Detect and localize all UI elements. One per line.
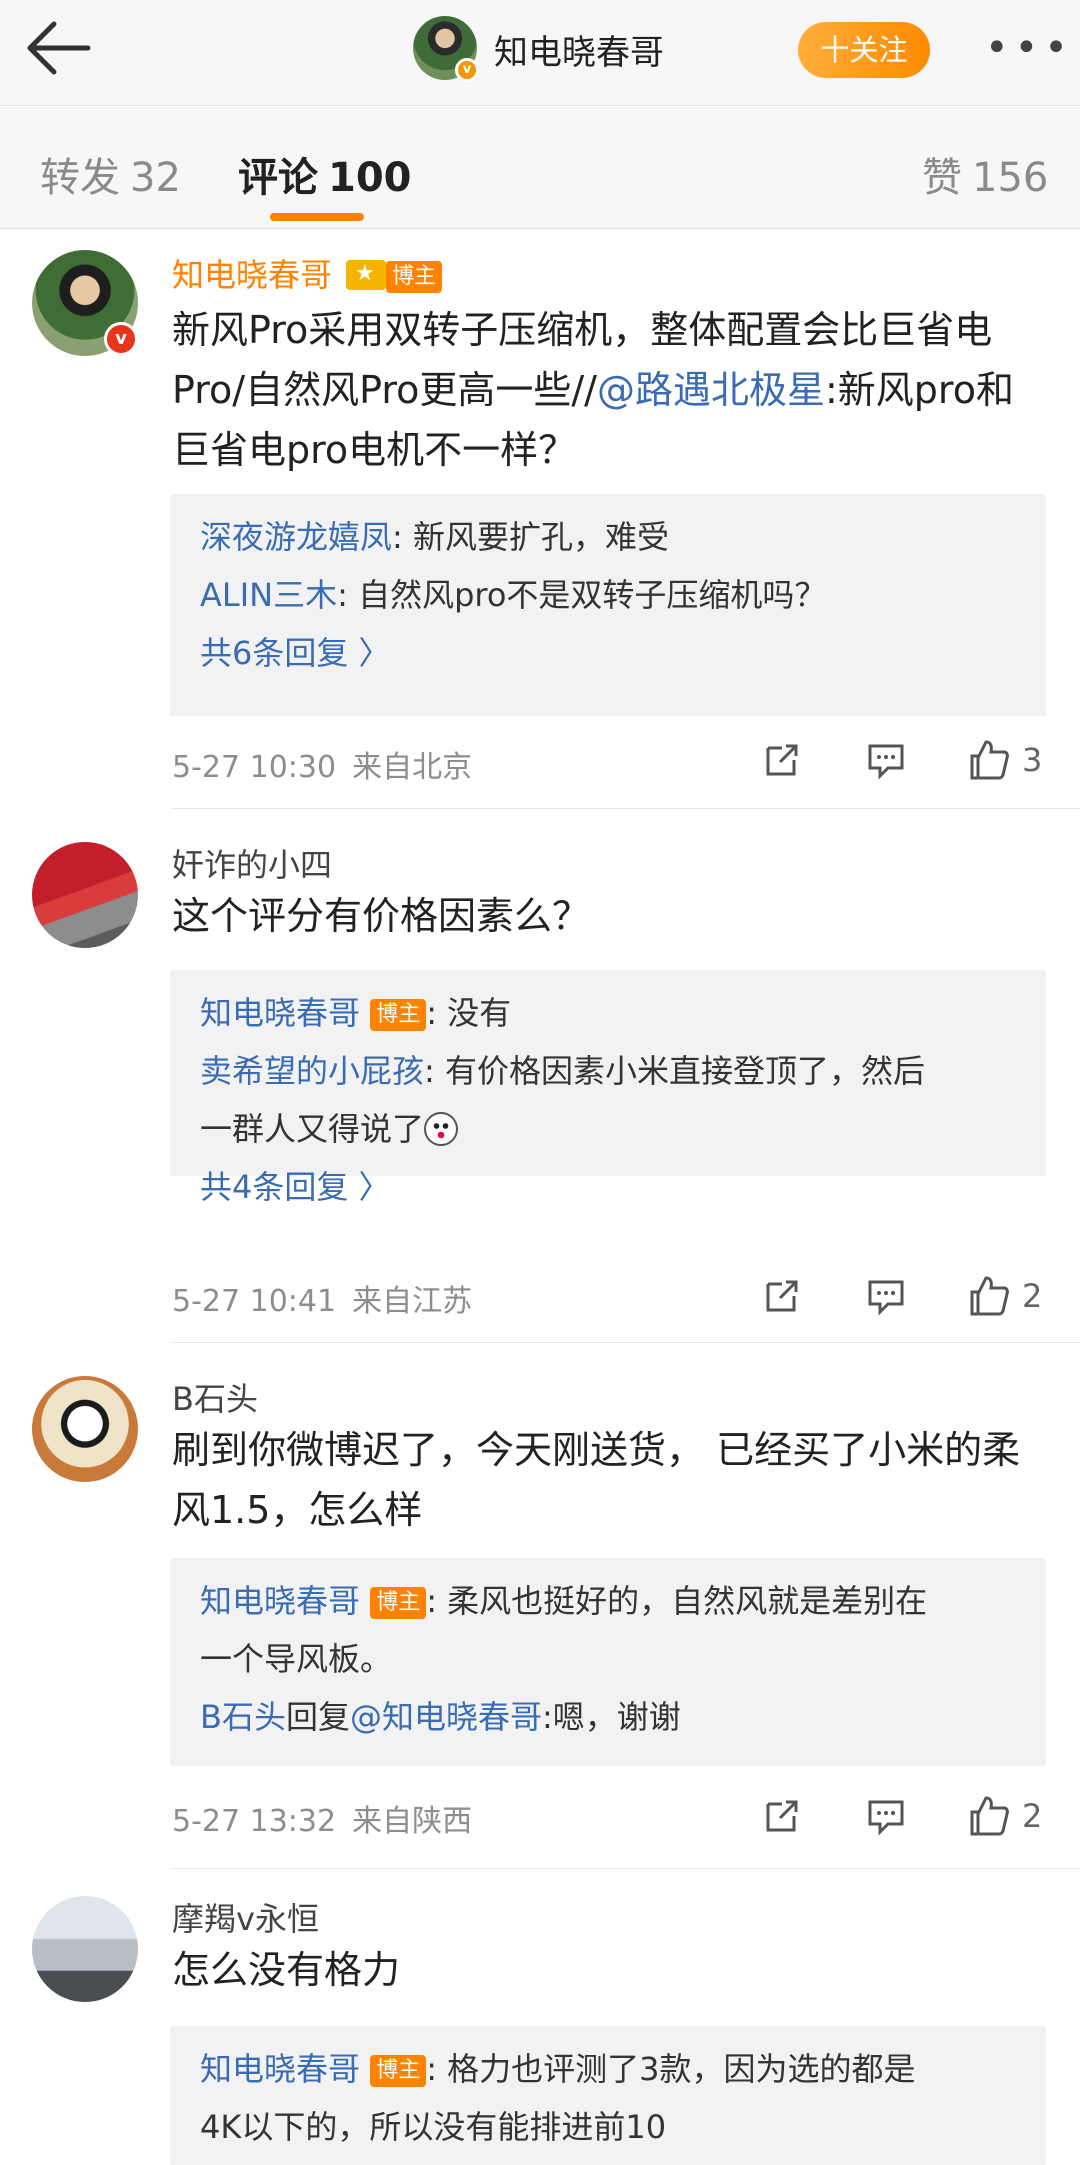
comment-meta: 5-27 10:41 来自江苏 bbox=[172, 1276, 472, 1320]
comment-actions: 2 bbox=[760, 1794, 1050, 1840]
more-options-icon[interactable]: ••• bbox=[985, 28, 1074, 68]
comment-text: 这个评分有价格因素么？ bbox=[172, 894, 591, 938]
reply-author[interactable]: 知电晓春哥 bbox=[200, 2050, 360, 2088]
reply-text: 4K以下的，所以没有能排进前10 bbox=[200, 2108, 667, 2146]
comment-text: 新风Pro采用双转子压缩机，整体配置会比巨省电Pro/自然风Pro更高一些//@… bbox=[172, 300, 1042, 480]
divider bbox=[172, 808, 1080, 809]
comment-author[interactable]: 摩羯v永恒 bbox=[172, 1894, 319, 1940]
reply-text: 一群人又得说了 bbox=[200, 1110, 425, 1148]
reply-line: ALIN三木: 自然风pro不是双转子压缩机吗？ bbox=[200, 566, 1016, 624]
reply-line: 知电晓春哥 博主: 柔风也挺好的，自然风就是差别在 bbox=[200, 1572, 1016, 1630]
like-icon[interactable] bbox=[966, 1794, 1010, 1838]
comment-meta: 5-27 13:32 来自陕西 bbox=[172, 1796, 472, 1840]
comment-text: 刷到你微博迟了，今天刚送货， 已经买了小米的柔风1.5，怎么样 bbox=[172, 1428, 1021, 1532]
tab-label: 评论 bbox=[238, 155, 318, 201]
reply-line: 4K以下的，所以没有能排进前10 bbox=[200, 2098, 1016, 2156]
reply-line: 卖希望的小屁孩: 有价格因素小米直接登顶了，然后 bbox=[200, 1042, 1016, 1100]
comment-time: 5-27 10:41 bbox=[172, 1284, 337, 1319]
like-count: 2 bbox=[1022, 1797, 1043, 1835]
more-replies-link[interactable]: 共6条回复 〉 bbox=[200, 624, 1016, 682]
like-icon[interactable] bbox=[966, 738, 1010, 782]
author-name: 知电晓春哥 bbox=[172, 256, 333, 294]
tab-bar: 转发 32 评论 100 赞 156 bbox=[0, 107, 1080, 229]
share-icon[interactable] bbox=[760, 738, 804, 782]
host-tag: 博主 bbox=[386, 261, 443, 293]
comment-time: 5-27 10:30 bbox=[172, 750, 337, 785]
host-tag: 博主 bbox=[370, 2055, 427, 2087]
tab-label: 转发 bbox=[40, 155, 120, 201]
comment-icon[interactable] bbox=[864, 1274, 908, 1318]
comment-actions: 3 bbox=[760, 738, 1050, 784]
reply-text: :嗯，谢谢 bbox=[542, 1698, 681, 1736]
like-icon[interactable] bbox=[966, 1274, 1010, 1318]
tab-likes[interactable]: 赞 156 bbox=[922, 145, 1048, 203]
top-nav-bar: v 知电晓春哥 十关注 ••• bbox=[0, 0, 1080, 106]
reply-line: 深夜游龙嬉凤: 新风要扩孔，难受 bbox=[200, 508, 1016, 566]
reply-text: : 自然风pro不是双转子压缩机吗？ bbox=[337, 576, 827, 614]
reply-author[interactable]: 卖希望的小屁孩 bbox=[200, 1052, 424, 1090]
mention-link[interactable]: @知电晓春哥 bbox=[350, 1698, 542, 1736]
reply-author[interactable]: 知电晓春哥 bbox=[200, 1582, 360, 1620]
reply-preview-box[interactable]: 知电晓春哥 博主: 格力也评测了3款，因为选的都是 4K以下的，所以没有能排进前… bbox=[170, 2026, 1046, 2165]
reply-text: : 柔风也挺好的，自然风就是差别在 bbox=[426, 1582, 928, 1620]
divider bbox=[172, 1342, 1080, 1343]
comment-author[interactable]: 知电晓春哥 博主 bbox=[172, 250, 443, 296]
more-replies-link[interactable]: 共4条回复 〉 bbox=[200, 1158, 1016, 1216]
tab-label: 赞 bbox=[922, 155, 962, 201]
comment-location: 来自陕西 bbox=[352, 1804, 473, 1839]
tab-count: 100 bbox=[328, 155, 412, 201]
reply-text: 一个导风板。 bbox=[200, 1640, 393, 1678]
reply-line: 一个导风板。 bbox=[200, 1630, 1016, 1688]
comment-actions: 2 bbox=[760, 1274, 1050, 1320]
comment-author[interactable]: 奸诈的小四 bbox=[172, 840, 332, 886]
reply-text: : 有价格因素小米直接登顶了，然后 bbox=[424, 1052, 925, 1090]
reply-line: 知电晓春哥 博主: 没有 bbox=[200, 984, 1016, 1042]
tab-count: 156 bbox=[972, 155, 1049, 201]
avatar[interactable] bbox=[32, 1896, 138, 2002]
like-count: 3 bbox=[1022, 741, 1043, 779]
mention-link[interactable]: @路遇北极星 bbox=[597, 368, 825, 412]
reply-line: B石头回复@知电晓春哥:嗯，谢谢 bbox=[200, 1688, 1016, 1746]
comment-location: 来自北京 bbox=[352, 750, 473, 785]
divider bbox=[172, 1868, 1080, 1869]
emoji-icon bbox=[424, 1112, 459, 1146]
share-icon[interactable] bbox=[760, 1274, 804, 1318]
reply-author[interactable]: ALIN三木 bbox=[200, 576, 337, 614]
reply-text: : 新风要扩孔，难受 bbox=[392, 518, 669, 556]
share-icon[interactable] bbox=[760, 1794, 804, 1838]
host-tag: 博主 bbox=[370, 999, 427, 1031]
host-tag: 博主 bbox=[370, 1587, 427, 1619]
reply-text: : 没有 bbox=[426, 994, 512, 1032]
verified-badge-icon: v bbox=[455, 58, 479, 82]
active-tab-indicator bbox=[270, 213, 364, 221]
tab-count: 32 bbox=[130, 155, 181, 201]
verified-badge-icon: v bbox=[104, 322, 138, 356]
reply-preview-box[interactable]: 深夜游龙嬉凤: 新风要扩孔，难受 ALIN三木: 自然风pro不是双转子压缩机吗… bbox=[170, 494, 1046, 716]
reply-line: 知电晓春哥 博主: 格力也评测了3款，因为选的都是 bbox=[200, 2040, 1016, 2098]
reply-author[interactable]: B石头 bbox=[200, 1698, 286, 1736]
reply-text: 回复 bbox=[285, 1698, 350, 1736]
tab-reposts[interactable]: 转发 32 bbox=[40, 145, 181, 203]
comment-meta: 5-27 10:30 来自北京 bbox=[172, 742, 472, 786]
reply-author[interactable]: 知电晓春哥 bbox=[200, 994, 360, 1032]
comment-text: 怎么没有格力 bbox=[172, 1948, 401, 1992]
like-count: 2 bbox=[1022, 1277, 1043, 1315]
reply-preview-box[interactable]: 知电晓春哥 博主: 没有 卖希望的小屁孩: 有价格因素小米直接登顶了，然后 一群… bbox=[170, 970, 1046, 1206]
comment-icon[interactable] bbox=[864, 738, 908, 782]
reply-line: 一群人又得说了 bbox=[200, 1100, 1016, 1158]
comment-author[interactable]: B石头 bbox=[172, 1374, 258, 1420]
reply-text: : 格力也评测了3款，因为选的都是 bbox=[426, 2050, 916, 2088]
avatar[interactable] bbox=[32, 1376, 138, 1482]
avatar[interactable] bbox=[32, 842, 138, 948]
comment-icon[interactable] bbox=[864, 1794, 908, 1838]
reply-preview-box[interactable]: 知电晓春哥 博主: 柔风也挺好的，自然风就是差别在 一个导风板。 B石头回复@知… bbox=[170, 1558, 1046, 1766]
follow-button[interactable]: 十关注 bbox=[798, 22, 930, 78]
tab-comments[interactable]: 评论 100 bbox=[238, 145, 412, 203]
comment-location: 来自江苏 bbox=[352, 1284, 473, 1319]
reply-author[interactable]: 深夜游龙嬉凤 bbox=[200, 518, 392, 556]
crown-icon bbox=[346, 260, 387, 290]
page-title: 知电晓春哥 bbox=[494, 33, 664, 73]
comment-time: 5-27 13:32 bbox=[172, 1804, 337, 1839]
back-arrow-icon[interactable] bbox=[24, 18, 94, 78]
